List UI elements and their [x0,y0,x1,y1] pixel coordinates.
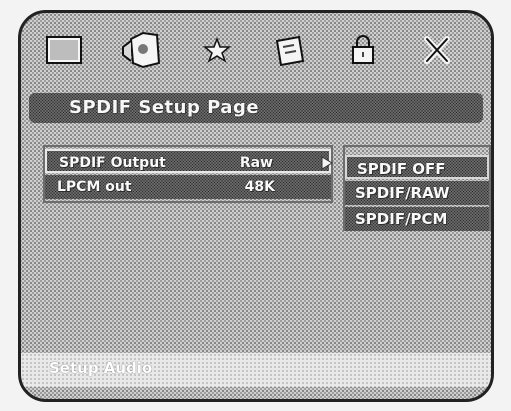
close-icon [424,36,450,64]
menu-item-label: LPCM out [57,179,132,195]
footer-label: Setup Audio [49,359,153,377]
page-title: SPDIF Setup Page [69,97,260,118]
card-tab[interactable] [261,27,317,73]
menu-item-value: 48K [244,179,275,195]
lock-icon [352,35,374,64]
menu-item-label: SPDIF Output [59,155,166,171]
menu-item-value: Raw [239,155,273,171]
setup-screen: SPDIF Setup Page SPDIF Output Raw LPCM o… [18,10,494,402]
monitor-icon [46,36,82,64]
star-tab[interactable] [187,27,243,73]
speaker-icon [122,31,161,69]
option-spdif-off[interactable]: SPDIF OFF [345,155,489,179]
star-icon [202,36,232,63]
page-title-bar: SPDIF Setup Page [29,93,483,123]
card-icon [275,35,305,67]
menu-item-spdif-output[interactable]: SPDIF Output Raw [45,149,331,173]
menu-panel: SPDIF Output Raw LPCM out 48K [43,145,333,203]
close-tab[interactable] [409,27,465,73]
footer-bar: Setup Audio [21,353,491,387]
options-panel: SPDIF OFF SPDIF/RAW SPDIF/PCM [343,145,491,231]
option-spdif-raw[interactable]: SPDIF/RAW [345,181,489,205]
monitor-tab[interactable] [39,27,95,73]
toolbar [21,13,491,85]
menu-item-lpcm-out[interactable]: LPCM out 48K [45,175,331,199]
speaker-tab[interactable] [113,27,169,73]
lock-tab[interactable] [335,27,391,73]
option-spdif-pcm[interactable]: SPDIF/PCM [345,207,489,231]
arrow-right-icon [321,156,333,170]
